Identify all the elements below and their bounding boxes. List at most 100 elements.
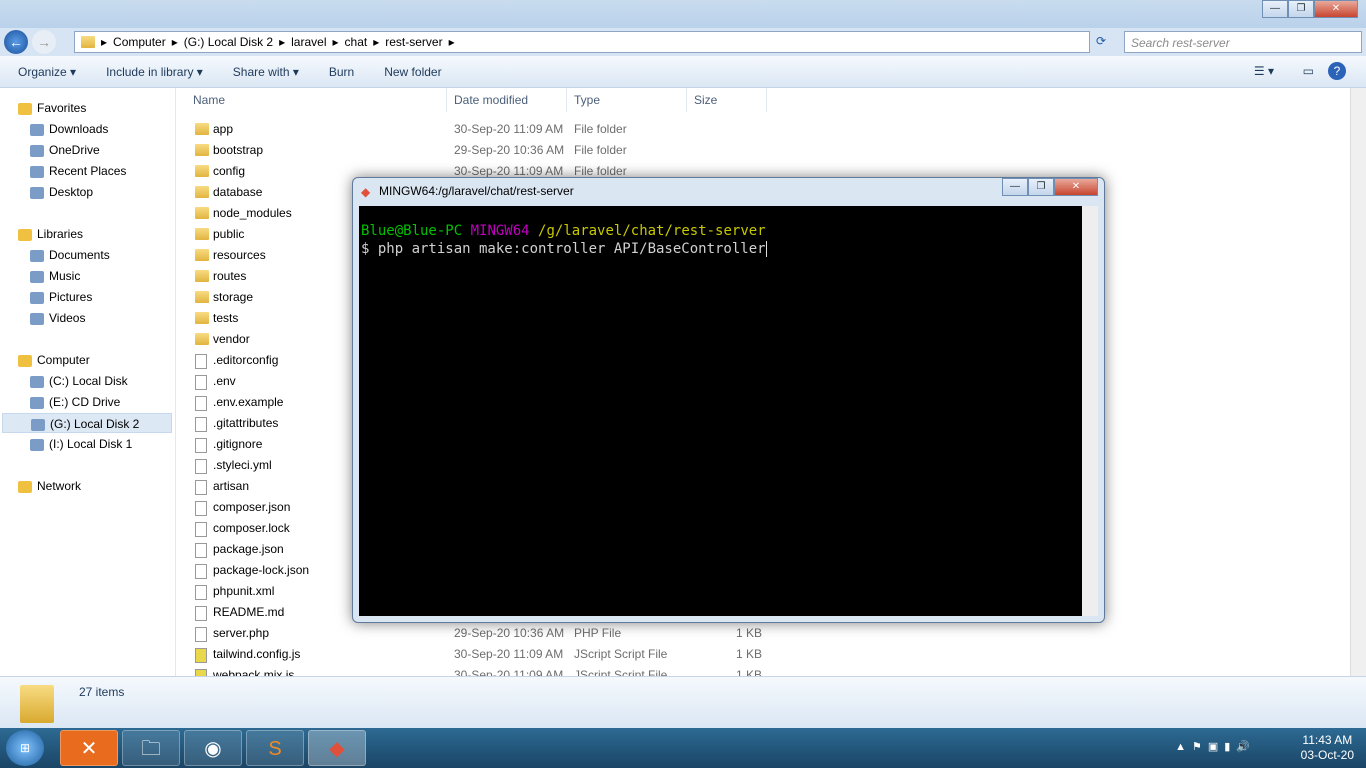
- nav-item--c-local-disk[interactable]: (C:) Local Disk: [2, 371, 172, 391]
- file-icon: [195, 459, 207, 474]
- prompt-user: Blue@Blue-PC: [361, 223, 463, 239]
- terminal-minimize-button[interactable]: —: [1002, 178, 1028, 196]
- xampp-taskbar-button[interactable]: ✕: [60, 730, 118, 766]
- nav-item-onedrive[interactable]: OneDrive: [2, 140, 172, 160]
- maximize-button[interactable]: ❐: [1288, 0, 1314, 18]
- nav-item-label: Desktop: [49, 185, 94, 199]
- breadcrumb-item[interactable]: chat: [345, 35, 368, 49]
- breadcrumb-item[interactable]: Computer: [113, 35, 166, 49]
- breadcrumb-arrow-icon[interactable]: ▸: [449, 35, 455, 49]
- include-in-library-button[interactable]: Include in library ▾: [106, 65, 203, 79]
- breadcrumb-arrow-icon[interactable]: ▸: [373, 35, 379, 49]
- file-icon: [195, 585, 207, 600]
- nav-item-label: Documents: [49, 248, 110, 262]
- nav-item-music[interactable]: Music: [2, 266, 172, 286]
- file-name: tests: [213, 311, 239, 325]
- share-with-button[interactable]: Share with ▾: [233, 65, 299, 79]
- file-name: composer.lock: [213, 521, 290, 535]
- breadcrumb-arrow-icon[interactable]: ▸: [172, 35, 178, 49]
- file-row[interactable]: tailwind.config.js 30-Sep-20 11:09 AM JScr…: [193, 644, 773, 665]
- file-date: 29-Sep-20 10:36 AM: [454, 143, 565, 157]
- file-icon: [195, 417, 207, 432]
- file-list-scrollbar[interactable]: [1350, 88, 1366, 676]
- breadcrumb-item[interactable]: rest-server: [385, 35, 442, 49]
- file-type: File folder: [574, 143, 627, 157]
- breadcrumb-arrow-icon[interactable]: ▸: [279, 35, 285, 49]
- explorer-taskbar-button[interactable]: 🗀: [122, 730, 180, 766]
- location-icon: [30, 249, 44, 262]
- file-row[interactable]: server.php 29-Sep-20 10:36 AM PHP File 1 KB: [193, 623, 773, 644]
- help-icon[interactable]: ?: [1328, 62, 1346, 80]
- system-tray-icons[interactable]: ▲⚑▣▮🔊: [1175, 740, 1256, 753]
- file-icon: [195, 564, 207, 579]
- nav-item-libraries[interactable]: Libraries: [18, 224, 83, 244]
- close-button[interactable]: ✕: [1314, 0, 1358, 18]
- minimize-button[interactable]: —: [1262, 0, 1288, 18]
- file-icon: [195, 480, 207, 495]
- clock[interactable]: 11:43 AM 03-Oct-20: [1301, 733, 1354, 763]
- file-row[interactable]: app 30-Sep-20 11:09 AM File folder: [193, 119, 773, 140]
- nav-item--i-local-disk-1[interactable]: (I:) Local Disk 1: [2, 434, 172, 454]
- group-icon: [18, 228, 32, 241]
- folder-icon: [195, 333, 209, 345]
- preview-pane-icon[interactable]: ▭: [1303, 64, 1314, 78]
- nav-item--e-cd-drive[interactable]: (E:) CD Drive: [2, 392, 172, 412]
- file-date: 29-Sep-20 10:36 AM: [454, 626, 565, 640]
- folder-icon: [195, 207, 209, 219]
- terminal-output[interactable]: Blue@Blue-PC MINGW64 /g/laravel/chat/res…: [359, 206, 1098, 616]
- breadcrumb-item[interactable]: (G:) Local Disk 2: [184, 35, 273, 49]
- file-name: .editorconfig: [213, 353, 279, 367]
- nav-item-label: Pictures: [49, 290, 93, 304]
- refresh-icon[interactable]: ⟳: [1096, 34, 1106, 48]
- nav-item-computer[interactable]: Computer: [18, 350, 90, 370]
- nav-item-label: Libraries: [37, 227, 84, 241]
- forward-button[interactable]: →: [32, 30, 56, 54]
- nav-item-desktop[interactable]: Desktop: [2, 182, 172, 202]
- column-type[interactable]: Type: [567, 88, 687, 112]
- nav-item-videos[interactable]: Videos: [2, 308, 172, 328]
- back-button[interactable]: ←: [4, 30, 28, 54]
- terminal-close-button[interactable]: ✕: [1054, 178, 1098, 196]
- nav-item--g-local-disk-2[interactable]: (G:) Local Disk 2: [2, 413, 172, 433]
- nav-item-label: OneDrive: [49, 143, 100, 157]
- column-date-modified[interactable]: Date modified: [447, 88, 567, 112]
- view-options-icon[interactable]: ☰ ▾: [1254, 64, 1274, 78]
- command-line: $ php artisan make:controller API/BaseCo…: [361, 241, 766, 257]
- nav-item-downloads[interactable]: Downloads: [2, 119, 172, 139]
- new-folder-button[interactable]: New folder: [384, 65, 441, 79]
- column-size[interactable]: Size: [687, 88, 767, 112]
- folder-icon: [20, 685, 54, 723]
- search-input[interactable]: Search rest-server: [1124, 31, 1362, 53]
- file-name: package.json: [213, 542, 284, 556]
- address-bar[interactable]: ▸ Computer ▸ (G:) Local Disk 2 ▸ laravel ▸ chat…: [74, 31, 1090, 53]
- organize-button[interactable]: Organize ▾: [18, 65, 76, 79]
- location-icon: [30, 186, 44, 199]
- nav-item-recent-places[interactable]: Recent Places: [2, 161, 172, 181]
- file-type: PHP File: [574, 626, 622, 640]
- nav-item-label: Favorites: [37, 101, 87, 115]
- chrome-taskbar-button[interactable]: ◉: [184, 730, 242, 766]
- nav-item-documents[interactable]: Documents: [2, 245, 172, 265]
- file-name: .gitignore: [213, 437, 263, 451]
- file-date: 30-Sep-20 11:09 AM: [454, 122, 564, 136]
- breadcrumb-arrow-icon[interactable]: ▸: [333, 35, 339, 49]
- file-name: bootstrap: [213, 143, 264, 157]
- file-name: vendor: [213, 332, 250, 346]
- nav-item-network[interactable]: Network: [18, 476, 81, 496]
- file-name: package-lock.json: [213, 563, 310, 577]
- file-name: database: [213, 185, 263, 199]
- breadcrumb-arrow-icon[interactable]: ▸: [101, 35, 107, 49]
- column-name[interactable]: Name: [177, 88, 447, 112]
- git-bash-taskbar-button[interactable]: ◆: [308, 730, 366, 766]
- nav-item-favorites[interactable]: Favorites: [18, 98, 86, 118]
- terminal-maximize-button[interactable]: ❐: [1028, 178, 1054, 196]
- burn-button[interactable]: Burn: [329, 65, 354, 79]
- details-pane: 27 items: [0, 676, 1366, 728]
- breadcrumb-item[interactable]: laravel: [291, 35, 326, 49]
- sublime-taskbar-button[interactable]: S: [246, 730, 304, 766]
- file-row[interactable]: bootstrap 29-Sep-20 10:36 AM File folder: [193, 140, 773, 161]
- folder-icon: [195, 144, 209, 156]
- start-button[interactable]: ⊞: [6, 730, 44, 766]
- nav-item-pictures[interactable]: Pictures: [2, 287, 172, 307]
- terminal-scrollbar[interactable]: [1082, 206, 1098, 616]
